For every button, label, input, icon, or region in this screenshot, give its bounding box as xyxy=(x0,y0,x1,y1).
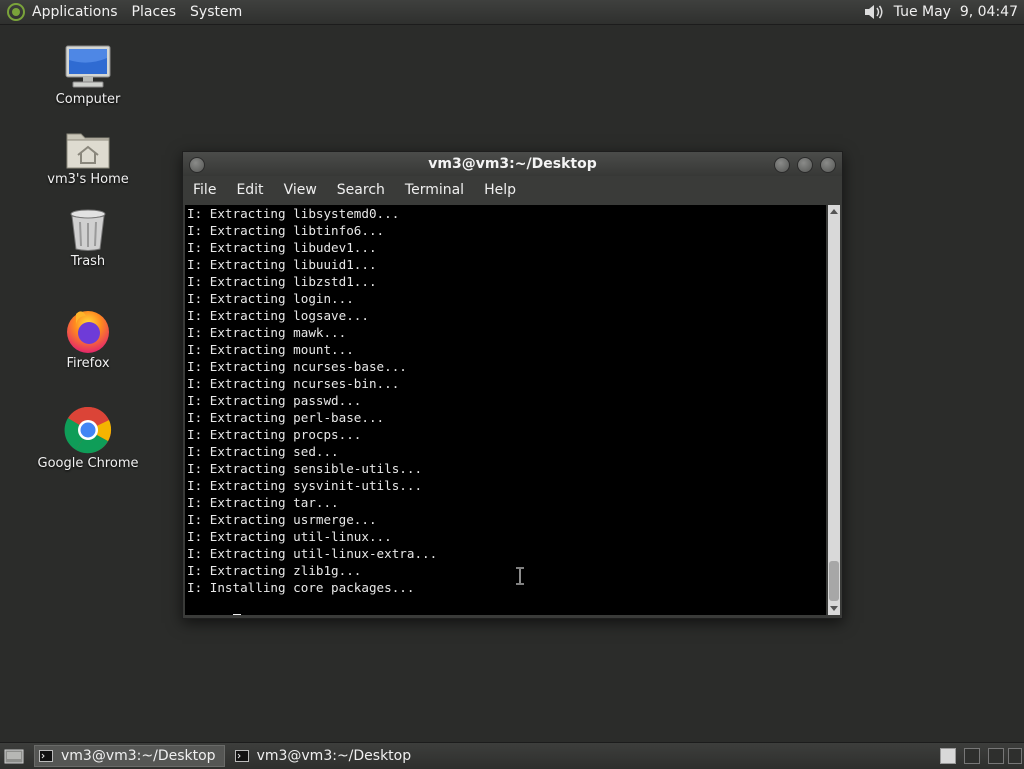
terminal-line: I: Extracting sed... xyxy=(187,444,339,459)
window-close-button[interactable] xyxy=(820,157,836,173)
desktop-icon-label: Firefox xyxy=(66,356,110,371)
terminal-output[interactable]: I: Extracting libsystemd0... I: Extracti… xyxy=(185,205,826,615)
clock[interactable]: Tue May 9, 04:47 xyxy=(894,4,1018,20)
terminal-line: I: Installing core packages... xyxy=(187,580,415,595)
terminal-line: I: Extracting libzstd1... xyxy=(187,274,377,289)
workspace-1[interactable] xyxy=(940,748,956,764)
taskbar-task-label: vm3@vm3:~/Desktop xyxy=(256,748,412,764)
terminal-line: I: Extracting mawk... xyxy=(187,325,347,340)
terminal-line: I: Extracting usrmerge... xyxy=(187,512,377,527)
top-panel: Applications Places System Tue May 9, 04… xyxy=(0,0,1024,25)
home-folder-icon xyxy=(66,133,110,169)
show-desktop-icon[interactable] xyxy=(4,747,24,765)
desktop-icon-label: vm3's Home xyxy=(47,172,129,187)
terminal-line: I: Extracting libsystemd0... xyxy=(187,206,400,221)
terminal-line: I: Extracting libuuid1... xyxy=(187,257,377,272)
terminal-icon xyxy=(39,750,53,762)
menu-search[interactable]: Search xyxy=(337,182,385,198)
desktop-icon-trash[interactable]: Trash xyxy=(28,208,148,269)
window-maximize-button[interactable] xyxy=(797,157,813,173)
terminal-line: I: Extracting zlib1g... xyxy=(187,563,362,578)
window-title: vm3@vm3:~/Desktop xyxy=(428,156,597,172)
desktop-icon-label: Trash xyxy=(70,254,106,269)
menu-view[interactable]: View xyxy=(284,182,317,198)
taskbar-task-label: vm3@vm3:~/Desktop xyxy=(61,748,216,764)
window-titlebar[interactable]: vm3@vm3:~/Desktop xyxy=(183,152,842,176)
volume-icon[interactable] xyxy=(862,2,884,22)
terminal-scrollbar[interactable] xyxy=(828,205,840,615)
terminal-line: I: Extracting libtinfo6... xyxy=(187,223,385,238)
menu-system[interactable]: System xyxy=(190,4,242,20)
terminal-line: I: Extracting util-linux... xyxy=(187,529,392,544)
desktop-icon-label: Google Chrome xyxy=(37,456,139,471)
scroll-up-arrow-icon[interactable] xyxy=(830,209,838,214)
terminal-line: I: Extracting ncurses-base... xyxy=(187,359,407,374)
menu-help[interactable]: Help xyxy=(484,182,516,198)
terminal-line: I: Extracting login... xyxy=(187,291,354,306)
window-menubar: File Edit View Search Terminal Help xyxy=(183,176,842,204)
trash-icon xyxy=(70,209,106,251)
terminal-line: I: Extracting passwd... xyxy=(187,393,362,408)
menu-terminal[interactable]: Terminal xyxy=(405,182,464,198)
distro-logo-icon[interactable] xyxy=(6,2,26,22)
terminal-line: I: Extracting util-linux-extra... xyxy=(187,546,438,561)
terminal-icon xyxy=(234,750,249,762)
terminal-line: I: Extracting procps... xyxy=(187,427,362,442)
scrollbar-thumb[interactable] xyxy=(829,561,839,601)
ibeam-cursor-icon xyxy=(516,567,524,585)
terminal-line: I: Extracting tar... xyxy=(187,495,339,510)
terminal-line: I: Extracting mount... xyxy=(187,342,354,357)
scroll-down-arrow-icon[interactable] xyxy=(830,606,838,611)
bottom-panel: vm3@vm3:~/Desktop vm3@vm3:~/Desktop xyxy=(0,742,1024,769)
window-minimize-button[interactable] xyxy=(774,157,790,173)
workspace-2[interactable] xyxy=(964,748,980,764)
computer-icon xyxy=(65,45,111,88)
terminal-line: I: Extracting libudev1... xyxy=(187,240,377,255)
taskbar-task[interactable]: vm3@vm3:~/Desktop xyxy=(34,745,225,767)
desktop-icon-firefox[interactable]: Firefox xyxy=(28,306,148,371)
menu-edit[interactable]: Edit xyxy=(236,182,263,198)
terminal-cursor xyxy=(232,614,241,615)
terminal-line: I: Extracting sensible-utils... xyxy=(187,461,423,476)
terminal-line: I: Extracting sysvinit-utils... xyxy=(187,478,423,493)
desktop-icon-computer[interactable]: Computer xyxy=(28,44,148,107)
desktop-icon-home[interactable]: vm3's Home xyxy=(28,128,148,187)
terminal-line: I: Extracting logsave... xyxy=(187,308,369,323)
workspace-4[interactable] xyxy=(1008,748,1022,764)
firefox-icon xyxy=(67,311,109,353)
chrome-icon xyxy=(64,406,112,454)
desktop-icon-label: Computer xyxy=(55,92,121,107)
workspace-3[interactable] xyxy=(988,748,1004,764)
taskbar-task[interactable]: vm3@vm3:~/Desktop xyxy=(231,746,420,766)
terminal-prompt-line[interactable] xyxy=(185,596,826,615)
menu-applications[interactable]: Applications xyxy=(32,4,118,20)
menu-places[interactable]: Places xyxy=(132,4,177,20)
terminal-line: I: Extracting ncurses-bin... xyxy=(187,376,400,391)
menu-file[interactable]: File xyxy=(193,182,216,198)
terminal-window[interactable]: vm3@vm3:~/Desktop File Edit View Search … xyxy=(182,151,843,619)
terminal-line: I: Extracting perl-base... xyxy=(187,410,385,425)
desktop-icon-chrome[interactable]: Google Chrome xyxy=(28,406,148,471)
